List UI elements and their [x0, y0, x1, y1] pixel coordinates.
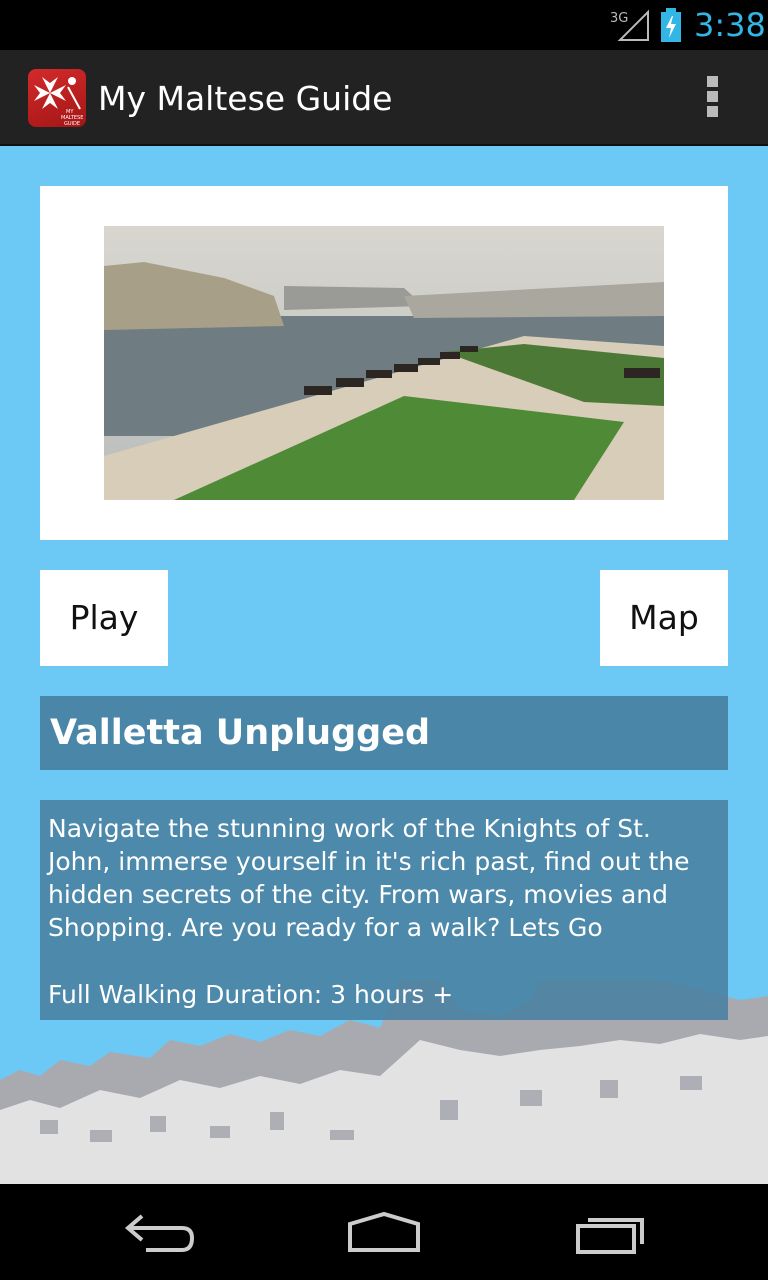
- svg-text:GUIDE: GUIDE: [64, 121, 80, 127]
- status-bar: 3G 3:38: [0, 0, 768, 50]
- tour-title-panel: Valletta Unplugged: [40, 696, 728, 770]
- home-icon[interactable]: [344, 1208, 424, 1258]
- network-type-label: 3G: [610, 11, 628, 26]
- system-nav-bar: [0, 1184, 768, 1280]
- main-content: Play Map Valletta Unplugged Navigate the…: [0, 146, 768, 1184]
- recent-apps-icon[interactable]: [572, 1208, 648, 1258]
- tour-duration: Full Walking Duration: 3 hours +: [48, 980, 454, 1009]
- tour-description: Navigate the stunning work of the Knight…: [48, 814, 690, 942]
- app-logo-icon[interactable]: MY MALTESE GUIDE: [28, 69, 86, 127]
- play-button[interactable]: Play: [40, 570, 168, 666]
- signal-3g-icon: 3G: [610, 9, 649, 41]
- action-bar: MY MALTESE GUIDE My Maltese Guide: [0, 50, 768, 146]
- overflow-menu-icon[interactable]: [700, 76, 724, 124]
- status-clock: 3:38: [694, 6, 766, 44]
- tour-photo-card: [40, 186, 728, 540]
- app-title: My Maltese Guide: [98, 79, 393, 118]
- saluting-battery-photo: [104, 226, 664, 500]
- back-icon[interactable]: [122, 1208, 198, 1258]
- tour-description-panel: Navigate the stunning work of the Knight…: [40, 800, 728, 1020]
- battery-charging-icon: [661, 8, 681, 42]
- map-button[interactable]: Map: [600, 570, 728, 666]
- tour-title: Valletta Unplugged: [50, 713, 430, 753]
